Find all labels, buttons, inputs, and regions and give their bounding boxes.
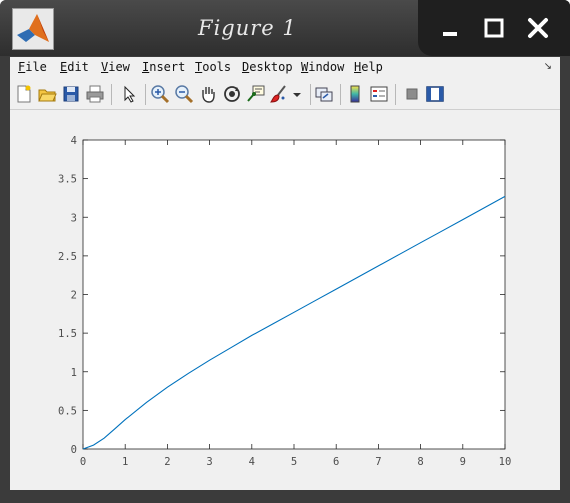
menu-file[interactable]: File [18, 60, 47, 74]
x-tick-label: 9 [460, 456, 466, 468]
x-tick-label: 2 [164, 456, 170, 468]
y-tick-label: 1 [71, 367, 77, 379]
x-tick-label: 4 [249, 456, 255, 468]
print-icon[interactable] [85, 84, 105, 104]
menu-desktop[interactable]: Desktop [242, 60, 293, 74]
new-figure-icon[interactable] [14, 84, 34, 104]
y-tick-label: 2.5 [58, 251, 77, 263]
y-tick-label: 0.5 [58, 405, 77, 417]
toolbar-separator [111, 84, 112, 105]
zoom-out-icon[interactable] [174, 84, 194, 104]
x-tick-label: 10 [499, 456, 512, 468]
minimize-icon[interactable] [434, 12, 466, 44]
figure-window: Figure 1 File Edit View Insert Tools Des… [0, 0, 570, 503]
select-arrow-icon[interactable] [119, 84, 139, 104]
figure-toolbar [10, 80, 560, 110]
show-plot-tools-icon[interactable] [425, 84, 445, 104]
x-tick-label: 7 [375, 456, 381, 468]
menu-edit[interactable]: Edit [60, 60, 89, 74]
y-tick-label: 0 [71, 444, 77, 456]
toolbar-separator [395, 84, 396, 105]
data-cursor-icon[interactable] [246, 84, 266, 104]
toolbar-separator [310, 84, 311, 105]
legend-icon[interactable] [369, 84, 389, 104]
toolbar-separator [340, 84, 341, 105]
x-tick-label: 1 [122, 456, 128, 468]
hide-plot-tools-icon[interactable] [402, 84, 422, 104]
matlab-logo-icon [12, 8, 54, 50]
close-icon[interactable] [522, 12, 554, 44]
maximize-icon[interactable] [478, 12, 510, 44]
menu-help[interactable]: Help [354, 60, 383, 74]
axes-plot[interactable]: 0 1 2 3 4 5 6 7 8 9 10 0 0.5 1 1.5 2 2.5 3 3.5 4 [10, 110, 560, 490]
colorbar-icon[interactable] [345, 84, 365, 104]
pan-hand-icon[interactable] [198, 84, 218, 104]
y-tick-label: 3.5 [58, 174, 77, 186]
x-tick-label: 6 [333, 456, 339, 468]
window-controls [418, 0, 570, 56]
rotate-3d-icon[interactable] [222, 84, 242, 104]
y-tick-label: 1.5 [58, 328, 77, 340]
brush-icon[interactable] [269, 84, 289, 104]
menu-bar: File Edit View Insert Tools Desktop Wind… [10, 57, 560, 81]
brush-dropdown-icon[interactable] [291, 84, 303, 104]
window-title: Figure 1 [198, 16, 297, 40]
link-plot-icon[interactable] [314, 84, 334, 104]
save-icon[interactable] [61, 84, 81, 104]
x-tick-label: 3 [206, 456, 212, 468]
menu-window[interactable]: Window [301, 60, 344, 74]
menu-view[interactable]: View [101, 60, 130, 74]
y-tick-label: 3 [71, 212, 77, 224]
menu-tools[interactable]: Tools [195, 60, 231, 74]
x-tick-label: 8 [417, 456, 423, 468]
dock-arrow-icon[interactable]: ↘ [544, 61, 552, 72]
figure-canvas: 0 1 2 3 4 5 6 7 8 9 10 0 0.5 1 1.5 2 2.5 3 3.5 4 [10, 110, 560, 490]
x-tick-label: 0 [80, 456, 86, 468]
y-tick-label: 2 [71, 290, 77, 302]
zoom-in-icon[interactable] [150, 84, 170, 104]
toolbar-separator [145, 84, 146, 105]
x-tick-label: 5 [291, 456, 297, 468]
open-file-icon[interactable] [37, 84, 57, 104]
title-bar[interactable]: Figure 1 [0, 0, 570, 56]
menu-insert[interactable]: Insert [142, 60, 185, 74]
y-tick-label: 4 [71, 135, 77, 147]
